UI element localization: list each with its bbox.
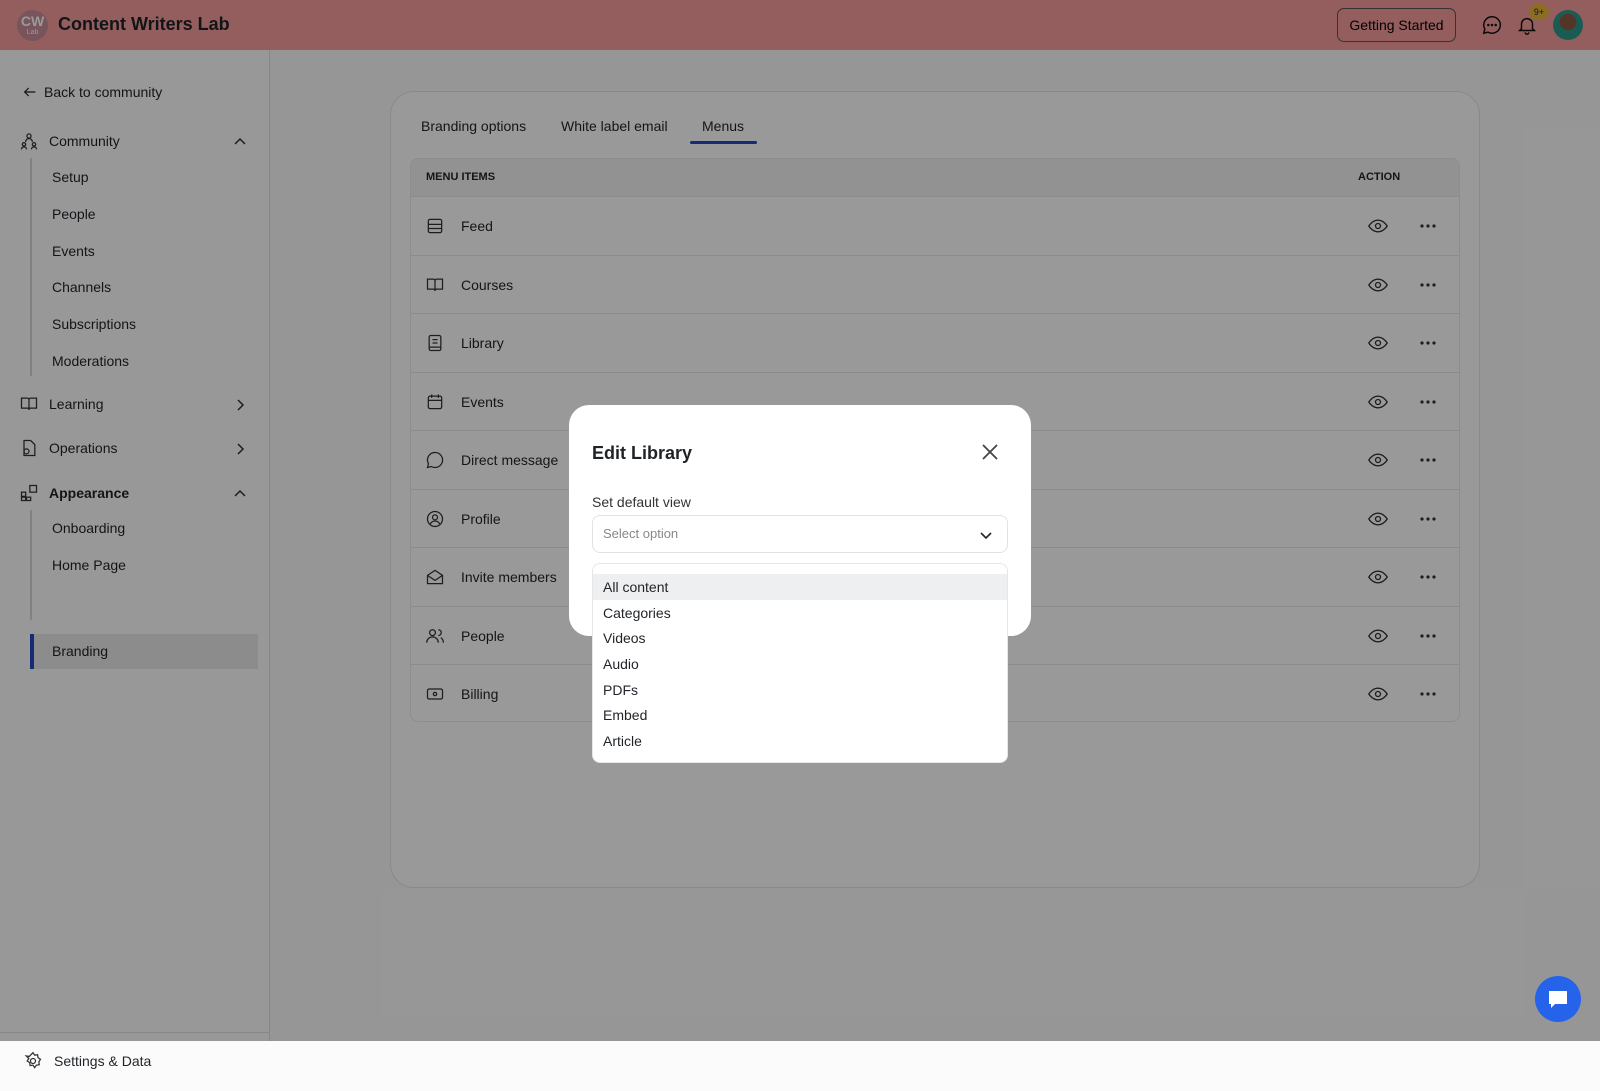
option-videos[interactable]: Videos bbox=[593, 625, 1007, 651]
default-view-dropdown: All content Categories Videos Audio PDFs… bbox=[592, 563, 1008, 763]
gear-icon bbox=[24, 1051, 42, 1069]
chat-bubble-icon bbox=[1549, 991, 1567, 1008]
option-article[interactable]: Article bbox=[593, 728, 1007, 754]
support-chat-button[interactable] bbox=[1535, 976, 1581, 1022]
option-pdfs[interactable]: PDFs bbox=[593, 677, 1007, 703]
option-embed[interactable]: Embed bbox=[593, 702, 1007, 728]
chevron-down-icon bbox=[980, 532, 992, 540]
option-categories[interactable]: Categories bbox=[593, 600, 1007, 626]
default-view-select[interactable]: Select option bbox=[592, 515, 1008, 553]
option-audio[interactable]: Audio bbox=[593, 651, 1007, 677]
option-all-content[interactable]: All content bbox=[593, 574, 1007, 600]
close-icon[interactable] bbox=[981, 443, 999, 461]
default-view-label: Set default view bbox=[592, 494, 691, 510]
modal-title: Edit Library bbox=[592, 443, 693, 463]
